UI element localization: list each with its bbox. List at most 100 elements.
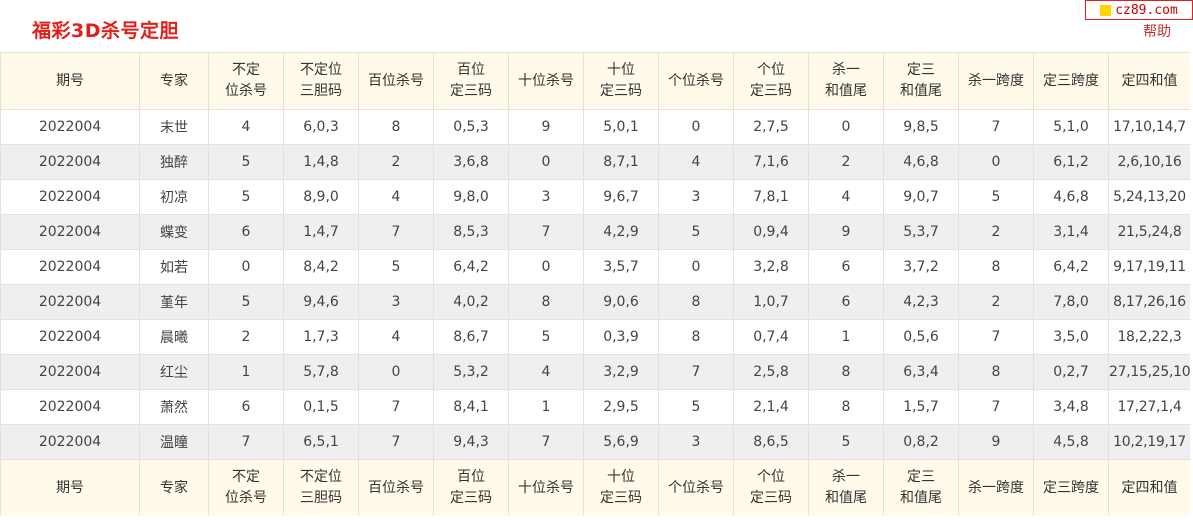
header-cell: 定四和值 <box>1108 52 1190 110</box>
table-row: 2022004 红尘 1 5,7,8 0 5,3,2 4 3,2,9 7 2,5,8 8 6,3,4 8… <box>0 354 1190 390</box>
header-label-line1: 杀一 <box>832 469 860 485</box>
table-cell: 萧然 <box>139 389 209 425</box>
header-label-line2: 位杀号 <box>225 490 267 506</box>
table-cell: 8 <box>508 284 584 320</box>
table-cell: 0,1,5 <box>283 389 359 425</box>
table-cell: 晨曦 <box>139 319 209 355</box>
table-cell: 0,9,4 <box>733 214 809 250</box>
header-cell: 不定 位杀号 <box>208 52 284 110</box>
header-cell: 杀一 和值尾 <box>808 52 884 110</box>
table-cell: 0,3,9 <box>583 319 659 355</box>
table-cell: 18,2,22,3 <box>1108 319 1190 355</box>
header-cell: 不定位 三胆码 <box>283 52 359 110</box>
header-label-line1: 定三 <box>907 469 935 485</box>
table-cell: 8 <box>658 284 734 320</box>
table-row: 2022004 蝶变 6 1,4,7 7 8,5,3 7 4,2,9 5 0,9,4 9 5,3,7 2… <box>0 214 1190 250</box>
table-cell: 9,4,3 <box>433 424 509 460</box>
table-cell: 7 <box>658 354 734 390</box>
header-label-line1: 定三 <box>907 62 935 78</box>
header-label-line1: 十位 <box>607 62 635 78</box>
table-cell: 9 <box>508 109 584 145</box>
table-cell: 7 <box>508 214 584 250</box>
kill-number-table: 期号 专家 不定 位杀号 不定位 三胆码 百位杀号 百位 定三码 十位杀号 十位 定三码 个位杀号 个位定… <box>0 52 1190 516</box>
table-row: 2022004 独醉 5 1,4,8 2 3,6,8 0 8,7,1 4 7,1,6 2 4,6,8 0… <box>0 144 1190 180</box>
table-row: 2022004 晨曦 2 1,7,3 4 8,6,7 5 0,3,9 8 0,7,4 1 0,5,6 7… <box>0 319 1190 355</box>
table-cell: 1,4,7 <box>283 214 359 250</box>
table-cell: 6 <box>808 284 884 320</box>
header-label-line1: 十位杀号 <box>518 479 574 496</box>
table-row: 2022004 堇年 5 9,4,6 3 4,0,2 8 9,0,6 8 1,0,7 6 4,2,3 2… <box>0 284 1190 320</box>
table-cell: 27,15,25,10 <box>1108 354 1190 390</box>
brand-area: cz89.com 帮助 <box>1085 0 1193 40</box>
table-cell: 7 <box>358 214 434 250</box>
table-cell: 1,5,7 <box>883 389 959 425</box>
table-cell: 21,5,24,8 <box>1108 214 1190 250</box>
table-row: 2022004 如若 0 8,4,2 5 6,4,2 0 3,5,7 0 3,2,8 6 3,7,2 8… <box>0 249 1190 285</box>
header-cell: 期号 <box>0 52 140 110</box>
table-cell: 7 <box>358 389 434 425</box>
header-label-line1: 期号 <box>56 479 84 496</box>
table-footer-header: 期号 专家 不定 位杀号 不定位 三胆码 百位杀号 百位 定三码 十位杀号 十位 定三码 个位杀号 个位定… <box>0 459 1190 516</box>
table-cell: 5 <box>508 319 584 355</box>
table-cell: 17,27,1,4 <box>1108 389 1190 425</box>
table-cell: 9,17,19,11 <box>1108 249 1190 285</box>
header-cell: 定三 和值尾 <box>883 52 959 110</box>
header-label-line2: 定三码 <box>450 83 492 99</box>
table-cell: 末世 <box>139 109 209 145</box>
brand-logo[interactable]: cz89.com <box>1085 0 1193 20</box>
header-label-line2: 定三码 <box>600 490 642 506</box>
header-cell: 百位杀号 <box>358 52 434 110</box>
table-cell: 7 <box>958 389 1034 425</box>
page-title: 福彩3D杀号定胆 <box>32 20 179 42</box>
header-label-line1: 个位杀号 <box>668 72 724 89</box>
table-cell: 1 <box>508 389 584 425</box>
table-cell: 9,8,0 <box>433 179 509 215</box>
header-cell: 百位 定三码 <box>433 52 509 110</box>
table-cell: 3,5,7 <box>583 249 659 285</box>
table-cell: 3,2,8 <box>733 249 809 285</box>
table-cell: 4,0,2 <box>433 284 509 320</box>
table-cell: 8 <box>958 354 1034 390</box>
table-cell: 5 <box>658 214 734 250</box>
table-cell: 1 <box>208 354 284 390</box>
table-cell: 0,8,2 <box>883 424 959 460</box>
table-cell: 5,6,9 <box>583 424 659 460</box>
footer-header-cell: 定四和值 <box>1108 459 1190 516</box>
table-cell: 4 <box>508 354 584 390</box>
table-cell: 2 <box>958 214 1034 250</box>
header-label-line1: 定三跨度 <box>1043 479 1099 496</box>
header-cell: 十位 定三码 <box>583 52 659 110</box>
table-cell: 5 <box>658 389 734 425</box>
header-label-line1: 百位 <box>457 62 485 78</box>
header-label-line2: 三胆码 <box>300 83 342 99</box>
table-cell: 4 <box>358 179 434 215</box>
header-label-line2: 位杀号 <box>225 83 267 99</box>
table-cell: 1,0,7 <box>733 284 809 320</box>
help-link[interactable]: 帮助 <box>1143 21 1171 41</box>
table-cell: 5,3,7 <box>883 214 959 250</box>
table-cell: 3,5,0 <box>1033 319 1109 355</box>
table-cell: 0,5,3 <box>433 109 509 145</box>
table-cell: 5,7,8 <box>283 354 359 390</box>
header-label-line1: 定四和值 <box>1121 72 1178 89</box>
header-label-line1: 专家 <box>160 479 188 496</box>
table-cell: 1,7,3 <box>283 319 359 355</box>
table-cell: 4,6,8 <box>883 144 959 180</box>
table-cell: 温瞳 <box>139 424 209 460</box>
header-label-line1: 十位 <box>607 469 635 485</box>
table-cell: 2 <box>358 144 434 180</box>
header-label-line1: 不定位 <box>300 62 342 78</box>
footer-header-cell: 定三 和值尾 <box>883 459 959 516</box>
table-cell: 2,9,5 <box>583 389 659 425</box>
table-cell: 7 <box>958 109 1034 145</box>
table-cell: 2022004 <box>0 109 140 145</box>
table-cell: 3,2,9 <box>583 354 659 390</box>
table-cell: 初凉 <box>139 179 209 215</box>
table-cell: 2022004 <box>0 249 140 285</box>
table-cell: 6,1,2 <box>1033 144 1109 180</box>
table-cell: 8 <box>958 249 1034 285</box>
table-cell: 9,4,6 <box>283 284 359 320</box>
table-cell: 4 <box>208 109 284 145</box>
table-cell: 独醉 <box>139 144 209 180</box>
table-cell: 6,5,1 <box>283 424 359 460</box>
